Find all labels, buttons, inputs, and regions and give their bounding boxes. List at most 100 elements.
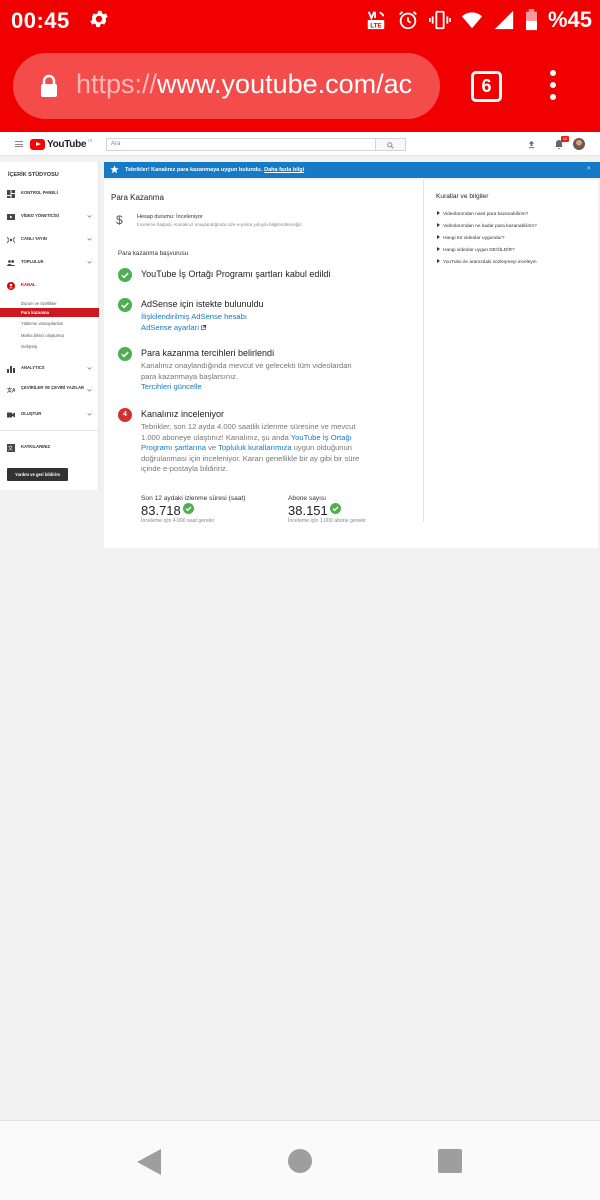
sidebar-item-community[interactable]: TOPLULUK bbox=[0, 257, 99, 269]
subscriber-value: 38.151 bbox=[288, 503, 328, 518]
chevron-down-icon bbox=[87, 238, 92, 241]
rules-link[interactable]: YouTube ile aranızdaki sözleşmeyi incele… bbox=[437, 259, 537, 265]
wifi-icon bbox=[461, 12, 483, 29]
sidebar-item-translations[interactable]: 文A ÇEVİRİLER VE ÇEVİRİ YAZILAR bbox=[0, 385, 99, 399]
sidebar-subitem-active[interactable]: Para kazanma bbox=[0, 308, 99, 317]
external-link-icon bbox=[201, 325, 207, 330]
success-banner: Tebrikler! Kanalınız para kazanmaya uygu… bbox=[104, 162, 600, 178]
step-number-badge: 4 bbox=[118, 408, 132, 422]
step-title: Para kazanma tercihleri belirlendi bbox=[141, 348, 275, 358]
linked-adsense-link[interactable]: İlişkilendirilmiş AdSense hesabı bbox=[141, 312, 247, 321]
close-icon[interactable]: × bbox=[587, 166, 591, 172]
search-input[interactable]: Ara bbox=[106, 138, 376, 151]
battery-icon bbox=[525, 9, 537, 31]
sidebar-subitem[interactable]: Yükleme varsayılanları bbox=[0, 319, 99, 328]
lock-icon bbox=[41, 74, 57, 97]
gear-icon bbox=[90, 10, 108, 28]
svg-text:文A: 文A bbox=[7, 387, 15, 394]
account-status-desc: İnceleme başladı. Kanalınız onaylandığın… bbox=[137, 222, 303, 227]
community-icon bbox=[7, 260, 15, 266]
banner-learn-more-link[interactable]: Daha fazla bilgi bbox=[264, 167, 304, 173]
rules-title: Kurallar ve bilgiler bbox=[436, 193, 489, 200]
rules-panel: Kurallar ve bilgiler Videolarımdan nasıl… bbox=[428, 180, 597, 548]
sidebar-item-video-manager[interactable]: VİDEO YÖNETİCİSİ bbox=[0, 211, 99, 223]
hamburger-menu-icon[interactable] bbox=[15, 141, 23, 147]
analytics-icon bbox=[7, 366, 15, 373]
tab-switcher-button[interactable]: 6 bbox=[471, 71, 502, 102]
studio-sidebar: İÇERİK STÜDYOSU KONTROL PANELİ VİDEO YÖN… bbox=[0, 162, 99, 490]
community-guidelines-link[interactable]: Topluluk kurallarımıza bbox=[218, 443, 291, 452]
check-circle-icon bbox=[329, 503, 341, 514]
sidebar-item-create[interactable]: OLUŞTUR bbox=[0, 409, 99, 421]
rules-link[interactable]: Videolarımdan ne kadar para kazanabiliri… bbox=[437, 223, 537, 229]
search-icon bbox=[387, 142, 394, 149]
search-button[interactable] bbox=[376, 138, 406, 151]
chevron-down-icon bbox=[87, 261, 92, 264]
rules-link[interactable]: Hangi tür videolar uygundur? bbox=[437, 235, 505, 241]
banner-message: Tebrikler! Kanalınız para kazanmaya uygu… bbox=[125, 167, 263, 173]
sidebar-item-dashboard[interactable]: KONTROL PANELİ bbox=[0, 188, 99, 200]
url-bar[interactable]: https://www.youtube.com/ac bbox=[13, 53, 440, 119]
volte-icon: LTE bbox=[367, 11, 385, 29]
svg-text:文: 文 bbox=[8, 445, 13, 452]
sidebar-subitem[interactable]: Marka bilinci oluşturma bbox=[0, 331, 99, 340]
vibrate-icon bbox=[428, 10, 451, 30]
recent-apps-icon[interactable] bbox=[438, 1149, 462, 1173]
rules-link[interactable]: Hangi videolar uygun DEĞİLDİR? bbox=[437, 247, 515, 253]
column-divider bbox=[423, 180, 424, 522]
browser-toolbar: https://www.youtube.com/ac 6 bbox=[0, 40, 600, 132]
contributions-icon: 文 bbox=[7, 444, 15, 452]
chevron-down-icon bbox=[87, 215, 92, 218]
watch-time-value: 83.718 bbox=[141, 503, 181, 518]
step-desc: Kanalınız onaylandığında mevcut ve gelec… bbox=[141, 361, 352, 381]
url-text: https://www.youtube.com/ac bbox=[76, 69, 413, 99]
home-icon[interactable] bbox=[288, 1149, 312, 1173]
chevron-down-icon bbox=[87, 367, 92, 370]
youtube-header: YouTube TR Ara 12 bbox=[0, 132, 600, 156]
sidebar-item-channel[interactable]: KANAL bbox=[0, 280, 99, 292]
live-icon bbox=[7, 236, 15, 244]
sidebar-divider bbox=[0, 430, 98, 431]
rules-link[interactable]: Videolarımdan nasıl para kazanabilirim? bbox=[437, 211, 528, 217]
account-status: Hesap durumu: İnceleniyor bbox=[137, 214, 203, 220]
notification-badge: 12 bbox=[561, 136, 569, 142]
update-preferences-link[interactable]: Tercihleri güncelle bbox=[141, 382, 202, 391]
alarm-icon bbox=[399, 11, 417, 30]
subscriber-stat: Abone sayısı 38.151 İnceleme için 1.000 … bbox=[288, 495, 366, 524]
sidebar-title: İÇERİK STÜDYOSU bbox=[8, 172, 59, 178]
check-circle-icon bbox=[118, 298, 132, 312]
chevron-down-icon bbox=[87, 413, 92, 416]
dashboard-icon bbox=[7, 190, 15, 198]
help-feedback-button[interactable]: Yardım ve geri bildirim bbox=[7, 468, 68, 481]
sidebar-item-analytics[interactable]: ANALYTICS bbox=[0, 363, 99, 375]
channel-icon bbox=[7, 282, 15, 290]
check-circle-icon bbox=[118, 347, 132, 361]
page-title: Para Kazanma bbox=[111, 193, 164, 202]
youtube-logo[interactable]: YouTube TR bbox=[30, 138, 93, 150]
video-manager-icon bbox=[7, 214, 15, 220]
upload-icon[interactable] bbox=[527, 140, 536, 149]
battery-percent: %45 bbox=[547, 7, 592, 32]
application-heading: Para kazanma başvurusu bbox=[118, 250, 189, 257]
sidebar-subitem[interactable]: Durum ve özellikler bbox=[0, 299, 99, 308]
avatar[interactable] bbox=[573, 138, 585, 150]
android-navigation-bar bbox=[0, 1120, 600, 1200]
android-status-bar: 00:45 LTE %45 bbox=[0, 0, 600, 40]
youtube-play-icon bbox=[30, 138, 45, 150]
create-icon bbox=[7, 412, 15, 418]
back-icon[interactable] bbox=[136, 1148, 162, 1176]
sidebar-item-live[interactable]: CANLI YAYIN bbox=[0, 234, 99, 246]
sidebar-item-contributions[interactable]: 文 KATKILARINIZ bbox=[0, 442, 99, 454]
translate-icon: 文A bbox=[7, 387, 15, 394]
step-title: AdSense için istekte bulunuldu bbox=[141, 299, 264, 309]
more-menu-icon[interactable] bbox=[545, 70, 561, 104]
svg-text:LTE: LTE bbox=[370, 22, 382, 29]
sidebar-subitem[interactable]: Gelişmiş bbox=[0, 342, 99, 351]
web-page: YouTube TR Ara 12 İÇERİK STÜDYOSU KONTRO… bbox=[0, 132, 600, 1120]
check-circle-icon bbox=[182, 503, 194, 514]
chevron-down-icon bbox=[87, 389, 92, 392]
dollar-icon: $ bbox=[116, 213, 123, 227]
check-circle-icon bbox=[118, 268, 132, 282]
adsense-settings-link[interactable]: AdSense ayarları bbox=[141, 323, 199, 332]
watch-time-stat: Son 12 aydaki izlenme süresi (saat) 83.7… bbox=[141, 495, 246, 524]
